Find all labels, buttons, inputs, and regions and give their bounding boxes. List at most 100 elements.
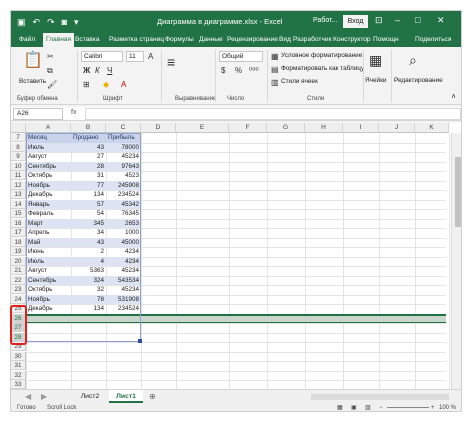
format-as-table-button[interactable]: Форматировать как таблицу [281, 65, 364, 72]
table-cell[interactable] [71, 371, 106, 380]
row-header-17[interactable]: 17 [11, 228, 26, 237]
column-header-b[interactable]: B [71, 123, 106, 133]
bold-icon[interactable]: Ж [83, 66, 90, 75]
tab-developer[interactable]: Разработчик [293, 33, 331, 47]
tab-share[interactable]: Поделиться [415, 33, 451, 47]
tab-view[interactable]: Вид [279, 33, 291, 47]
column-header-d[interactable]: D [141, 123, 176, 133]
row-header-8[interactable]: 8 [11, 142, 26, 152]
column-header-g[interactable]: G [267, 123, 305, 133]
row-header-10[interactable]: 10 [11, 161, 26, 171]
row-header-7[interactable]: 7 [11, 133, 26, 142]
close-icon[interactable]: ✕ [437, 15, 445, 26]
table-cell[interactable] [71, 352, 106, 361]
currency-icon[interactable]: $ [221, 66, 225, 75]
table-cell[interactable] [106, 352, 141, 361]
row-header-14[interactable]: 14 [11, 199, 26, 209]
tab-data[interactable]: Данные [199, 33, 223, 47]
row-header-15[interactable]: 15 [11, 209, 26, 218]
name-box[interactable]: A26 [13, 108, 63, 120]
paste-button[interactable]: Вставить [19, 78, 46, 85]
next-sheet-icon[interactable]: ▶ [41, 392, 47, 401]
table-cell[interactable] [106, 361, 141, 370]
tab-home[interactable]: Главная [43, 33, 75, 47]
redo-icon[interactable]: ↷ [47, 17, 55, 27]
row-header-21[interactable]: 21 [11, 266, 26, 275]
font-size-select[interactable]: 11 [126, 51, 144, 62]
row-header-31[interactable]: 31 [11, 361, 26, 370]
tab-page-layout[interactable]: Разметка страниц [109, 33, 164, 47]
table-cell[interactable] [106, 342, 141, 351]
collapse-ribbon-icon[interactable]: ∧ [451, 92, 456, 101]
table-cell[interactable] [71, 342, 106, 351]
cells-button[interactable]: Ячейки [365, 77, 386, 84]
alignment-icon[interactable]: ≡ [167, 55, 175, 69]
row-header-20[interactable]: 20 [11, 256, 26, 266]
prev-sheet-icon[interactable]: ◀ [25, 392, 31, 401]
column-header-k[interactable]: K [415, 123, 449, 133]
column-header-f[interactable]: F [229, 123, 267, 133]
insert-function-button[interactable]: fx [71, 109, 76, 116]
percent-icon[interactable]: % [235, 66, 242, 75]
number-format-select[interactable]: Общий [219, 51, 263, 62]
comma-icon[interactable]: ⁰⁰⁰ [249, 66, 259, 75]
ribbon-display-icon[interactable]: ⊡ [375, 15, 383, 26]
format-painter-icon[interactable]: 🖌 [47, 80, 57, 89]
camera-icon[interactable]: ◙ [62, 17, 67, 27]
zoom-level[interactable]: 100 % [439, 403, 456, 411]
user-name[interactable]: Работ... [313, 17, 337, 24]
vertical-scrollbar[interactable] [451, 133, 461, 389]
conditional-format-button[interactable]: Условное форматирование [281, 52, 362, 59]
cell-styles-button[interactable]: Стили ячеек [281, 78, 318, 85]
column-header-a[interactable]: A [26, 123, 71, 133]
table-cell[interactable] [26, 352, 71, 361]
sheet-tab-list1[interactable]: Лист1 [109, 390, 143, 403]
row-header-13[interactable]: 13 [11, 190, 26, 199]
table-cell[interactable] [106, 371, 141, 380]
tab-review[interactable]: Рецензирование [227, 33, 278, 47]
font-name-select[interactable]: Calibri [81, 51, 123, 62]
row-header-9[interactable]: 9 [11, 152, 26, 161]
save-icon[interactable]: ▣ [17, 17, 26, 27]
row-header-33[interactable]: 33 [11, 380, 26, 389]
underline-icon[interactable]: Ч [107, 66, 112, 75]
table-cell[interactable] [26, 371, 71, 380]
row-header-22[interactable]: 22 [11, 275, 26, 285]
row-header-24[interactable]: 24 [11, 294, 26, 304]
cut-icon[interactable]: ✂ [47, 52, 54, 61]
page-break-view-icon[interactable]: ▥ [365, 403, 371, 411]
sheet-tab-list2[interactable]: Лист2 [73, 390, 107, 403]
row-header-11[interactable]: 11 [11, 171, 26, 180]
horizontal-scrollbar[interactable] [311, 394, 449, 400]
paste-icon[interactable]: 📋 [23, 52, 43, 70]
column-header-h[interactable]: H [305, 123, 343, 133]
column-header-c[interactable]: C [106, 123, 141, 133]
row-header-16[interactable]: 16 [11, 218, 26, 228]
undo-icon[interactable]: ↶ [33, 17, 41, 27]
customize-icon[interactable]: ▾ [74, 17, 79, 27]
table-cell[interactable] [71, 380, 106, 389]
scrollbar-thumb[interactable] [455, 157, 461, 227]
tab-file[interactable]: Файл [19, 33, 35, 47]
page-layout-view-icon[interactable]: ▣ [351, 403, 357, 411]
increase-font-icon[interactable]: A [148, 52, 153, 61]
borders-icon[interactable]: ⊞ [83, 80, 90, 89]
copy-icon[interactable]: ⧉ [47, 66, 53, 75]
normal-view-icon[interactable]: ▦ [337, 403, 343, 411]
add-sheet-icon[interactable]: ⊕ [149, 392, 156, 401]
column-header-e[interactable]: E [176, 123, 229, 133]
table-cell[interactable] [71, 361, 106, 370]
row-header-32[interactable]: 32 [11, 370, 26, 380]
tab-formulas[interactable]: Формулы [165, 33, 194, 47]
zoom-slider[interactable] [387, 407, 429, 408]
italic-icon[interactable]: К [95, 66, 100, 75]
table-resize-handle[interactable] [138, 339, 142, 343]
fill-color-icon[interactable]: ◆ [103, 80, 109, 89]
table-cell[interactable] [26, 342, 71, 351]
row-header-19[interactable]: 19 [11, 247, 26, 256]
maximize-icon[interactable]: □ [415, 15, 420, 25]
tab-help[interactable]: Помощн [373, 33, 399, 47]
row-header-12[interactable]: 12 [11, 180, 26, 190]
column-header-j[interactable]: J [379, 123, 415, 133]
row-header-30[interactable]: 30 [11, 351, 26, 361]
